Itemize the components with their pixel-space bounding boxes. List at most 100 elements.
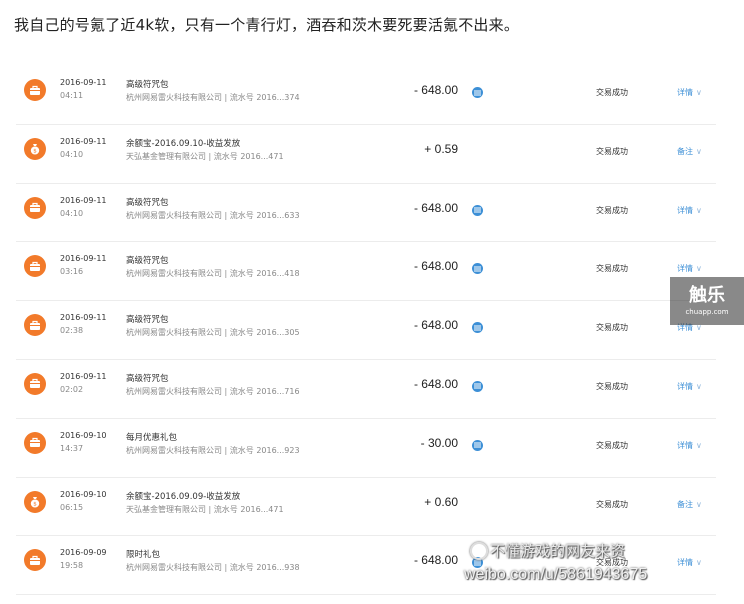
transaction-status: 交易成功 bbox=[596, 499, 628, 509]
transaction-date: 2016-09-11 bbox=[60, 78, 107, 87]
watermark-site-name: 触乐 bbox=[689, 285, 725, 306]
action-label: 备注 bbox=[677, 146, 693, 156]
transaction-amount: + 0.59 bbox=[424, 141, 458, 156]
transaction-action-link[interactable]: 详情 ∨ bbox=[677, 557, 702, 568]
transaction-action-link[interactable]: 详情 ∨ bbox=[677, 381, 702, 392]
bag-icon bbox=[24, 196, 46, 219]
transaction-action-link[interactable]: 备注 ∨ bbox=[677, 499, 702, 510]
weibo-watermark-name: 不懂游戏的网友来资 bbox=[464, 540, 625, 561]
transaction-status: 交易成功 bbox=[596, 88, 628, 97]
transaction-merchant: 杭州网易雷火科技有限公司 | 流水号 2016...374 bbox=[126, 93, 300, 102]
transaction-title: 高级符咒包 bbox=[126, 315, 169, 326]
transaction-row: $2016-09-11 04:10 余额宝-2016.09.10-收益发放天弘基金管… bbox=[16, 125, 716, 184]
transaction-action-link[interactable]: 详情 ∨ bbox=[677, 87, 702, 98]
action-label: 备注 bbox=[677, 499, 693, 509]
transaction-action-link[interactable]: 详情 ∨ bbox=[677, 205, 702, 216]
transaction-merchant: 杭州网易雷火科技有限公司 | 流水号 2016...305 bbox=[126, 328, 300, 338]
transaction-merchant: 天弘基金管理有限公司 | 流水号 2016...471 bbox=[126, 151, 284, 161]
transaction-time: 04:10 bbox=[60, 149, 84, 159]
transaction-row: 2016-09-11 04:10 高级符咒包 杭州网易雷火科技有限公司 | 流水号 2… bbox=[16, 184, 716, 243]
bag-icon bbox=[24, 431, 46, 454]
weibo-name-text: 不懂游戏的网友来资 bbox=[490, 542, 626, 560]
action-label: 详情 bbox=[677, 440, 693, 450]
action-label: 详情 bbox=[677, 88, 693, 97]
svg-text:$: $ bbox=[33, 148, 37, 154]
transaction-amount: - 648.00 bbox=[413, 83, 458, 97]
transaction-merchant: 天弘基金管理有限公司 | 流水号 2016...471 bbox=[126, 504, 284, 514]
transaction-amount: - 648.00 bbox=[413, 376, 458, 391]
action-label: 详情 bbox=[677, 381, 693, 391]
transaction-amount: - 648.00 bbox=[413, 259, 458, 274]
memo-icon[interactable] bbox=[472, 439, 483, 451]
transaction-action-link[interactable]: 备注 ∨ bbox=[677, 146, 702, 157]
svg-text:$: $ bbox=[33, 501, 37, 507]
chevron-down-icon: ∨ bbox=[696, 381, 702, 391]
transaction-merchant: 杭州网易雷火科技有限公司 | 流水号 2016...923 bbox=[126, 445, 300, 455]
transaction-date: 2016-09-11 bbox=[60, 195, 107, 205]
transaction-status: 交易成功 bbox=[596, 323, 628, 333]
transaction-action-link[interactable]: 详情 ∨ bbox=[677, 263, 702, 274]
bag-icon bbox=[24, 372, 46, 395]
chevron-down-icon: ∨ bbox=[696, 88, 702, 97]
transaction-title: 余额宝-2016.09.09-收益发放 bbox=[126, 491, 241, 502]
transaction-time: 03:16 bbox=[60, 267, 84, 277]
memo-icon[interactable] bbox=[472, 204, 483, 216]
action-label: 详情 bbox=[677, 264, 693, 274]
action-label: 详情 bbox=[677, 558, 693, 568]
transaction-status: 交易成功 bbox=[596, 440, 628, 450]
chevron-down-icon: ∨ bbox=[696, 264, 702, 274]
transaction-date: 2016-09-10 bbox=[60, 430, 107, 440]
transaction-amount: - 30.00 bbox=[420, 435, 458, 450]
transaction-row: 2016-09-10 14:37 每月优惠礼包杭州网易雷火科技有限公司 | 流水号 … bbox=[16, 419, 716, 478]
chevron-down-icon: ∨ bbox=[696, 146, 702, 156]
transaction-row: 2016-09-11 03:16 高级符咒包 杭州网易雷火科技有限公司 | 流水号 2… bbox=[16, 242, 716, 302]
action-label: 详情 bbox=[677, 205, 693, 215]
watermark-site-url: chuapp.com bbox=[685, 308, 729, 316]
transaction-row: 2016-09-11 02:38 高级符咒包杭州网易雷火科技有限公司 | 流水号 2… bbox=[16, 301, 716, 360]
transaction-time: 14:37 bbox=[60, 443, 84, 453]
transaction-amount: - 648.00 bbox=[413, 318, 458, 333]
transaction-merchant: 杭州网易雷火科技有限公司 | 流水号 2016...938 bbox=[126, 563, 300, 573]
memo-icon[interactable] bbox=[472, 380, 483, 392]
transaction-row: $2016-09-10 06:15 余额宝-2016.09.09-收益发放 天弘基金管… bbox=[16, 478, 716, 537]
bag-icon bbox=[24, 314, 46, 337]
transaction-date: 2016-09-09 bbox=[60, 548, 107, 558]
memo-icon[interactable] bbox=[472, 87, 483, 98]
chevron-down-icon: ∨ bbox=[696, 499, 702, 509]
transaction-time: 19:58 bbox=[60, 561, 84, 571]
transaction-status: 交易成功 bbox=[596, 381, 628, 391]
transaction-date: 2016-09-11 bbox=[60, 254, 107, 264]
transaction-status: 交易成功 bbox=[596, 264, 628, 274]
transaction-title: 余额宝-2016.09.10-收益发放 bbox=[126, 138, 241, 149]
bag-icon bbox=[24, 549, 46, 572]
memo-icon[interactable] bbox=[472, 322, 483, 334]
transaction-title: 每月优惠礼包 bbox=[126, 432, 178, 443]
transaction-row: 2016-09-11 02:02 高级符咒包 杭州网易雷火科技有限公司 | 流水号 2… bbox=[16, 360, 716, 419]
transaction-date: 2016-09-11 bbox=[60, 371, 107, 381]
transaction-list: 2016-09-11 04:11 高级符咒包 杭州网易雷火科技有限公司 | 流水号 2… bbox=[16, 66, 716, 596]
transaction-date: 2016-09-10 bbox=[60, 489, 107, 499]
transaction-action-link[interactable]: 详情 ∨ bbox=[677, 440, 702, 451]
transaction-date: 2016-09-11 bbox=[60, 313, 107, 323]
transaction-time: 04:10 bbox=[60, 208, 84, 218]
post-heading: 我自己的号氪了近4k软，只有一个青行灯，酒吞和茨木要死要活氪不出来。 bbox=[14, 16, 520, 34]
money-bag-icon: $ bbox=[24, 137, 46, 160]
transaction-amount: - 648.00 bbox=[413, 200, 458, 215]
transaction-status: 交易成功 bbox=[596, 146, 628, 156]
chevron-down-icon: ∨ bbox=[696, 440, 702, 450]
money-bag-icon: $ bbox=[24, 490, 46, 513]
chuapp-watermark: 触乐 chuapp.com bbox=[670, 277, 744, 325]
transaction-title: 高级符咒包 bbox=[126, 373, 169, 384]
bag-icon bbox=[24, 255, 46, 278]
bag-icon bbox=[24, 79, 46, 101]
transaction-time: 02:38 bbox=[60, 326, 84, 336]
transaction-date: 2016-09-11 bbox=[60, 136, 107, 146]
transaction-title: 限时礼包 bbox=[126, 550, 161, 561]
chevron-down-icon: ∨ bbox=[696, 558, 702, 568]
chevron-down-icon: ∨ bbox=[696, 205, 702, 215]
transaction-time: 04:11 bbox=[60, 91, 84, 100]
memo-icon[interactable] bbox=[472, 263, 483, 275]
transaction-amount: + 0.60 bbox=[424, 494, 458, 509]
transaction-title: 高级符咒包 bbox=[126, 256, 169, 267]
transaction-status: 交易成功 bbox=[596, 205, 628, 215]
